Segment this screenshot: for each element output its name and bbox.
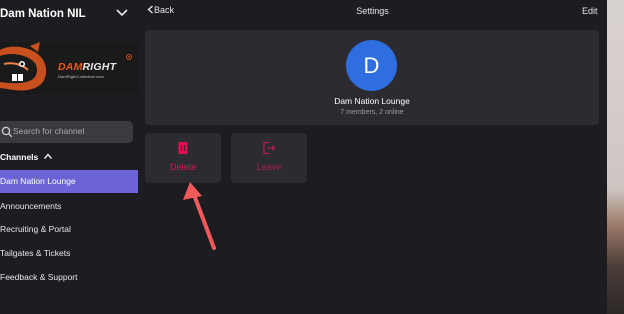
- desktop-background: [607, 0, 624, 314]
- edit-button[interactable]: Edit: [582, 6, 598, 16]
- banner-tagline: DamRightCollective.com: [58, 74, 104, 79]
- arrow-icon: [183, 182, 216, 250]
- channel-item-announcements[interactable]: Announcements: [0, 195, 138, 218]
- channel-avatar: D: [346, 40, 397, 91]
- search-placeholder: Search for channel: [13, 126, 85, 136]
- chevron-down-icon[interactable]: [115, 8, 129, 18]
- banner-brand-primary: DAM: [58, 61, 83, 73]
- channel-item-feedback-support[interactable]: Feedback & Support: [0, 266, 138, 289]
- settings-panel: Back Settings Edit D Dam Nation Lounge 7…: [138, 0, 607, 314]
- banner-brand-secondary: RIGHT: [82, 61, 117, 73]
- channel-item-recruiting-portal[interactable]: Recruiting & Portal: [0, 218, 138, 241]
- topbar: Back Settings Edit: [138, 0, 607, 22]
- channel-name: Dam Nation Lounge: [334, 96, 410, 106]
- page-title: Settings: [356, 6, 389, 16]
- org-banner: DAMRIGHT DamRightCollective.com: [0, 42, 138, 94]
- chevron-up-icon[interactable]: [43, 152, 53, 160]
- leave-button[interactable]: Leave: [231, 133, 307, 183]
- leave-label: Leave: [256, 162, 282, 172]
- sidebar: Dam Nation NIL DAMRIGHT DamRightCollecti…: [0, 0, 138, 314]
- channel-item-dam-nation-lounge[interactable]: Dam Nation Lounge: [0, 170, 138, 193]
- channels-heading: Channels: [0, 152, 39, 162]
- delete-label: Delete: [169, 162, 196, 172]
- channel-info-card: D Dam Nation Lounge 7 members, 2 online: [145, 30, 599, 125]
- channel-item-tailgates-tickets[interactable]: Tailgates & Tickets: [0, 242, 138, 265]
- registered-mark-icon: [126, 54, 132, 60]
- trash-icon: [178, 142, 188, 154]
- banner-logo: DAMRIGHT DamRightCollective.com: [58, 61, 116, 79]
- delete-button[interactable]: Delete: [145, 133, 221, 183]
- exit-icon: [263, 141, 276, 155]
- search-icon: [1, 126, 13, 138]
- beaver-logo-icon: [0, 42, 47, 91]
- org-name: Dam Nation NIL: [0, 8, 86, 20]
- channel-member-count: 7 members, 2 online: [340, 109, 404, 116]
- org-header[interactable]: Dam Nation NIL: [0, 0, 138, 28]
- search-input[interactable]: Search for channel: [0, 121, 133, 143]
